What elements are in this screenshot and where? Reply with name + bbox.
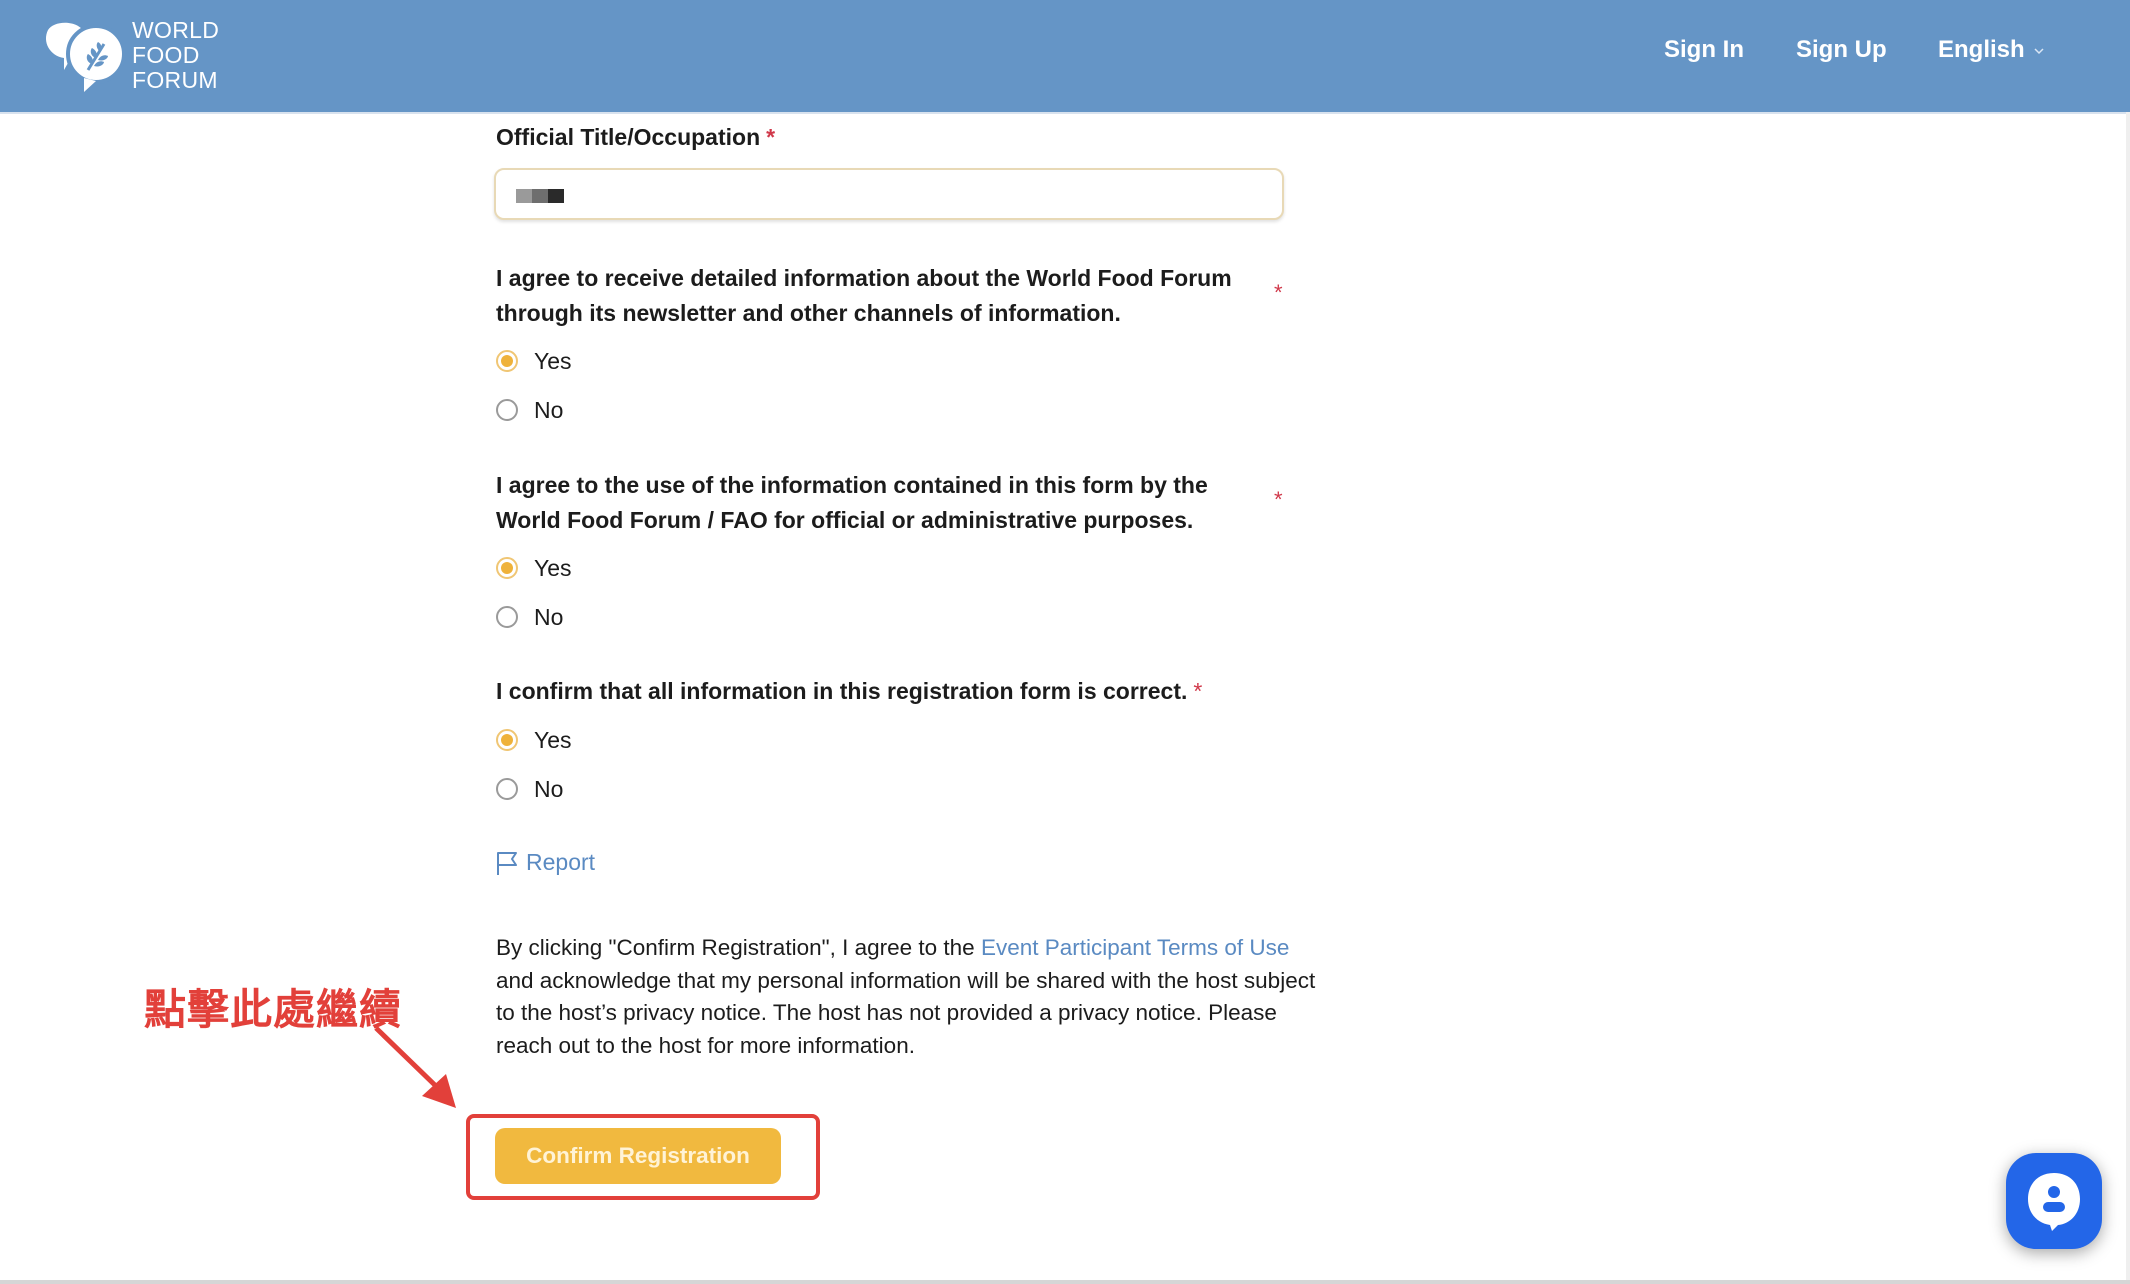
newsletter-yes-radio[interactable]: Yes — [496, 346, 572, 376]
sign-up-link[interactable]: Sign Up — [1796, 36, 1887, 64]
world-food-forum-logo[interactable]: WORLD FOOD FORUM — [40, 18, 220, 94]
site-header: WORLD FOOD FORUM Sign In Sign Up English — [0, 0, 2130, 114]
data-use-consent-question: I agree to the use of the information co… — [496, 472, 1208, 533]
data-use-no-radio[interactable]: No — [496, 602, 563, 632]
annotation-arrow-icon — [374, 1026, 456, 1108]
logo-line-1: WORLD — [132, 17, 220, 43]
required-mark: * — [1274, 487, 1283, 512]
required-mark: * — [1193, 678, 1203, 704]
radio-label-yes: Yes — [534, 554, 572, 581]
annotation-click-here-text: 點擊此處繼續 — [144, 986, 403, 1033]
newsletter-no-radio[interactable]: No — [496, 395, 563, 425]
window-bottom-border — [0, 1280, 2130, 1284]
radio-label-no: No — [534, 603, 564, 630]
official-title-input[interactable] — [494, 168, 1284, 220]
chat-support-button[interactable] — [2006, 1153, 2102, 1249]
data-use-yes-radio[interactable]: Yes — [496, 553, 572, 583]
official-title-label: Official Title/Occupation * — [496, 124, 775, 151]
confirm-info-question: I confirm that all information in this r… — [496, 674, 1296, 709]
chat-support-icon — [2028, 1173, 2080, 1231]
logo-line-3: FORUM — [132, 67, 218, 93]
radio-label-no: No — [534, 775, 564, 802]
newsletter-consent-question: I agree to receive detailed information … — [496, 265, 1232, 326]
radio-checked[interactable] — [496, 557, 518, 579]
chevron-down-icon[interactable] — [2034, 46, 2044, 56]
radio-label-yes: Yes — [534, 726, 572, 753]
terms-disclaimer: By clicking "Confirm Registration", I ag… — [496, 932, 1316, 1062]
window-edge — [2126, 112, 2130, 1280]
radio-label-no: No — [534, 396, 564, 423]
terms-of-use-link[interactable]: Event Participant Terms of Use — [981, 935, 1289, 960]
speech-bubbles-wheat-icon — [45, 22, 126, 92]
report-link[interactable]: Report — [496, 849, 595, 876]
radio-label-yes: Yes — [534, 347, 572, 374]
disclaimer-text-after: and acknowledge that my personal informa… — [496, 967, 1316, 1058]
official-title-label-text: Official Title/Occupation — [496, 124, 761, 150]
radio-unchecked[interactable] — [496, 778, 518, 800]
radio-checked[interactable] — [496, 350, 518, 372]
confirm-info-question-text: I confirm that all information in this r… — [496, 678, 1188, 704]
confirm-info-no-radio[interactable]: No — [496, 774, 563, 804]
flag-icon — [497, 851, 517, 875]
required-mark: * — [766, 124, 776, 150]
logo-text: WORLD FOOD FORUM — [132, 18, 219, 93]
radio-unchecked[interactable] — [496, 606, 518, 628]
radio-checked[interactable] — [496, 729, 518, 751]
radio-unchecked[interactable] — [496, 399, 518, 421]
redacted-value — [516, 189, 564, 203]
sign-in-link[interactable]: Sign In — [1664, 36, 1744, 64]
required-mark: * — [1274, 280, 1283, 305]
language-selector[interactable]: English — [1938, 36, 2025, 64]
report-label: Report — [526, 849, 596, 875]
confirm-registration-button[interactable]: Confirm Registration — [495, 1128, 781, 1184]
disclaimer-text-before: By clicking "Confirm Registration", I ag… — [496, 935, 981, 960]
confirm-info-yes-radio[interactable]: Yes — [496, 725, 572, 755]
logo-line-2: FOOD — [132, 42, 200, 68]
